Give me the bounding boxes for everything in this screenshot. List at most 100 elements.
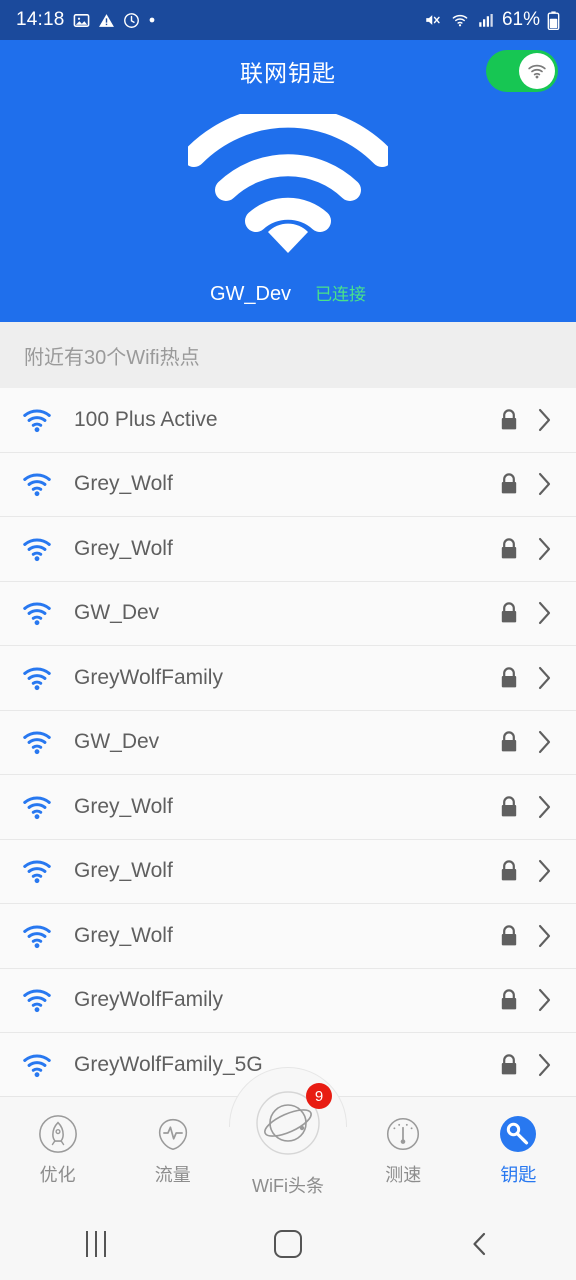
secured-lock-icon (498, 537, 520, 561)
lock-icon (501, 538, 517, 559)
back-icon (473, 1232, 486, 1256)
warning-icon (98, 13, 114, 27)
wifi-icon (23, 731, 51, 755)
network-detail-chevron[interactable] (534, 922, 554, 950)
nearby-count-label: 附近有30个Wifi热点 (24, 346, 200, 369)
network-row[interactable]: 100 Plus Active (0, 388, 576, 453)
network-row[interactable]: GreyWolfFamily (0, 646, 576, 711)
wifi-icon (23, 409, 51, 432)
tab-label: 优化 (39, 1165, 76, 1185)
bottom-tab-bar[interactable]: 优化 流量 9 WiFi头条 测速 钥匙 (0, 1067, 576, 1208)
secured-lock-icon (498, 859, 520, 883)
connected-status: 已连接 (315, 285, 367, 304)
network-list[interactable]: 100 Plus Active Grey_Wolf Grey_Wolf GW_D… (0, 388, 576, 1096)
lock-icon (501, 602, 517, 623)
notification-badge: 9 (306, 1083, 332, 1109)
speedometer-icon (387, 1117, 420, 1151)
wifi-toggle[interactable] (486, 50, 558, 92)
wifi-signal-icon (20, 470, 58, 498)
wifi-icon (23, 925, 51, 948)
wifi-icon (23, 602, 51, 626)
network-row[interactable]: Grey_Wolf (0, 452, 576, 517)
secured-lock-icon (498, 601, 520, 625)
chevron-right-icon (538, 924, 551, 947)
lock-icon (501, 796, 517, 817)
battery-percent: 61% (501, 9, 540, 30)
network-ssid: Grey_Wolf (74, 794, 173, 818)
network-detail-chevron[interactable] (534, 793, 554, 821)
tab-label: WiFi头条 (252, 1176, 324, 1196)
network-row[interactable]: Grey_Wolf (0, 517, 576, 582)
wifi-signal-icon (20, 599, 58, 627)
network-detail-chevron[interactable] (534, 470, 554, 498)
secured-lock-icon (498, 1053, 520, 1077)
secured-lock-icon (498, 472, 520, 496)
wifi-icon (23, 1054, 51, 1077)
wifi-signal-icon (20, 728, 58, 756)
network-ssid: Grey_Wolf (74, 859, 173, 883)
network-detail-chevron[interactable] (534, 728, 554, 756)
network-row[interactable]: GreyWolfFamily (0, 968, 576, 1033)
tab-label: 测速 (385, 1165, 422, 1185)
lock-icon (501, 731, 517, 752)
network-row[interactable]: Grey_Wolf (0, 839, 576, 904)
chevron-right-icon (538, 1053, 551, 1076)
wifi-icon (23, 796, 51, 819)
network-ssid: Grey_Wolf (74, 536, 173, 560)
tab-2[interactable]: 流量 (115, 1097, 230, 1187)
network-detail-chevron[interactable] (534, 599, 554, 627)
status-time: 14:18 (16, 9, 65, 30)
network-row[interactable]: GW_Dev (0, 581, 576, 646)
android-nav-bar[interactable] (0, 1208, 576, 1280)
mute-icon (426, 15, 440, 25)
lock-icon (501, 860, 517, 881)
connected-ssid: GW_Dev (209, 283, 292, 305)
wifi-signal-icon (20, 535, 58, 563)
network-ssid: Grey_Wolf (74, 472, 173, 496)
network-detail-chevron[interactable] (534, 986, 554, 1014)
network-detail-chevron[interactable] (534, 406, 554, 434)
battery-icon (547, 10, 560, 30)
network-row[interactable]: Grey_Wolf (0, 775, 576, 840)
page-title: 联网钥匙 (240, 60, 336, 86)
network-detail-chevron[interactable] (534, 535, 554, 563)
network-detail-chevron[interactable] (534, 1051, 554, 1079)
key-icon (496, 1113, 540, 1155)
rocket-icon (38, 1115, 77, 1153)
status-bar: 14:18 61% (0, 0, 576, 40)
wifi-icon (23, 538, 51, 561)
tab-label: 钥匙 (500, 1165, 537, 1185)
lock-icon (501, 473, 517, 494)
network-detail-chevron[interactable] (534, 857, 554, 885)
tab-1[interactable]: 优化 (0, 1097, 115, 1187)
tab-3[interactable]: 9 WiFi头条 (229, 1067, 347, 1198)
network-detail-chevron[interactable] (534, 664, 554, 692)
secured-lock-icon (498, 408, 520, 432)
status-bar-right: 61% (423, 9, 560, 31)
pulse-icon (152, 1113, 194, 1155)
wifi-toggle-knob (519, 53, 555, 89)
lock-icon (501, 409, 517, 430)
network-ssid: GreyWolfFamily (74, 665, 223, 689)
chevron-right-icon (538, 731, 551, 754)
lock-icon (501, 1054, 517, 1075)
tab-4[interactable]: 测速 (346, 1097, 461, 1187)
recents-button[interactable] (48, 1220, 144, 1268)
network-row[interactable]: Grey_Wolf (0, 904, 576, 969)
tab-5[interactable]: 钥匙 (461, 1097, 576, 1187)
chevron-right-icon (538, 860, 551, 883)
wifi-signal-icon (20, 664, 58, 692)
home-button[interactable] (240, 1220, 336, 1268)
chevron-right-icon (538, 795, 551, 818)
back-button[interactable] (432, 1220, 528, 1268)
wifi-signal-icon (20, 986, 58, 1014)
connected-network-caption: GW_Dev 已连接 (0, 280, 576, 306)
lock-icon (501, 989, 517, 1010)
chevron-right-icon (538, 666, 551, 689)
wifi-signal-icon (20, 1051, 58, 1079)
network-row[interactable]: GW_Dev (0, 710, 576, 775)
tab-label: 流量 (154, 1165, 191, 1185)
wifi-signal-icon (20, 793, 58, 821)
network-ssid: GW_Dev (74, 601, 160, 625)
wifi-icon (23, 989, 51, 1013)
